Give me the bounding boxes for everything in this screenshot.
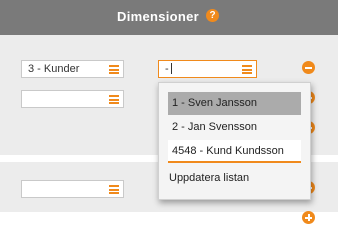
list-icon[interactable]: [109, 95, 119, 104]
value-dropdown: 1 - Sven Jansson 2 - Jan Svensson 4548 -…: [158, 82, 311, 200]
dimension-select-3[interactable]: [21, 180, 124, 198]
header-title: Dimensioner: [117, 9, 200, 24]
dropdown-option[interactable]: 4548 - Kund Kundsson: [168, 140, 301, 163]
list-icon[interactable]: [109, 185, 119, 194]
dropdown-option[interactable]: 2 - Jan Svensson: [168, 116, 301, 139]
value-search-input-text: -: [165, 63, 169, 75]
dimension-select-value: 3 - Kunder: [28, 63, 80, 75]
dropdown-option[interactable]: 1 - Sven Jansson: [168, 92, 301, 115]
list-icon[interactable]: [242, 65, 252, 74]
remove-row-button[interactable]: [302, 61, 315, 74]
dimension-select[interactable]: 3 - Kunder: [21, 60, 124, 78]
list-icon[interactable]: [109, 65, 119, 74]
value-search-input[interactable]: -: [158, 60, 257, 78]
help-icon[interactable]: ?: [206, 9, 219, 22]
refresh-list-link[interactable]: Uppdatera listan: [169, 172, 249, 184]
dimensions-header: Dimensioner ?: [0, 0, 338, 35]
dimension-select-2[interactable]: [21, 90, 124, 108]
add-row-button[interactable]: [302, 211, 315, 224]
text-cursor: [170, 63, 172, 74]
